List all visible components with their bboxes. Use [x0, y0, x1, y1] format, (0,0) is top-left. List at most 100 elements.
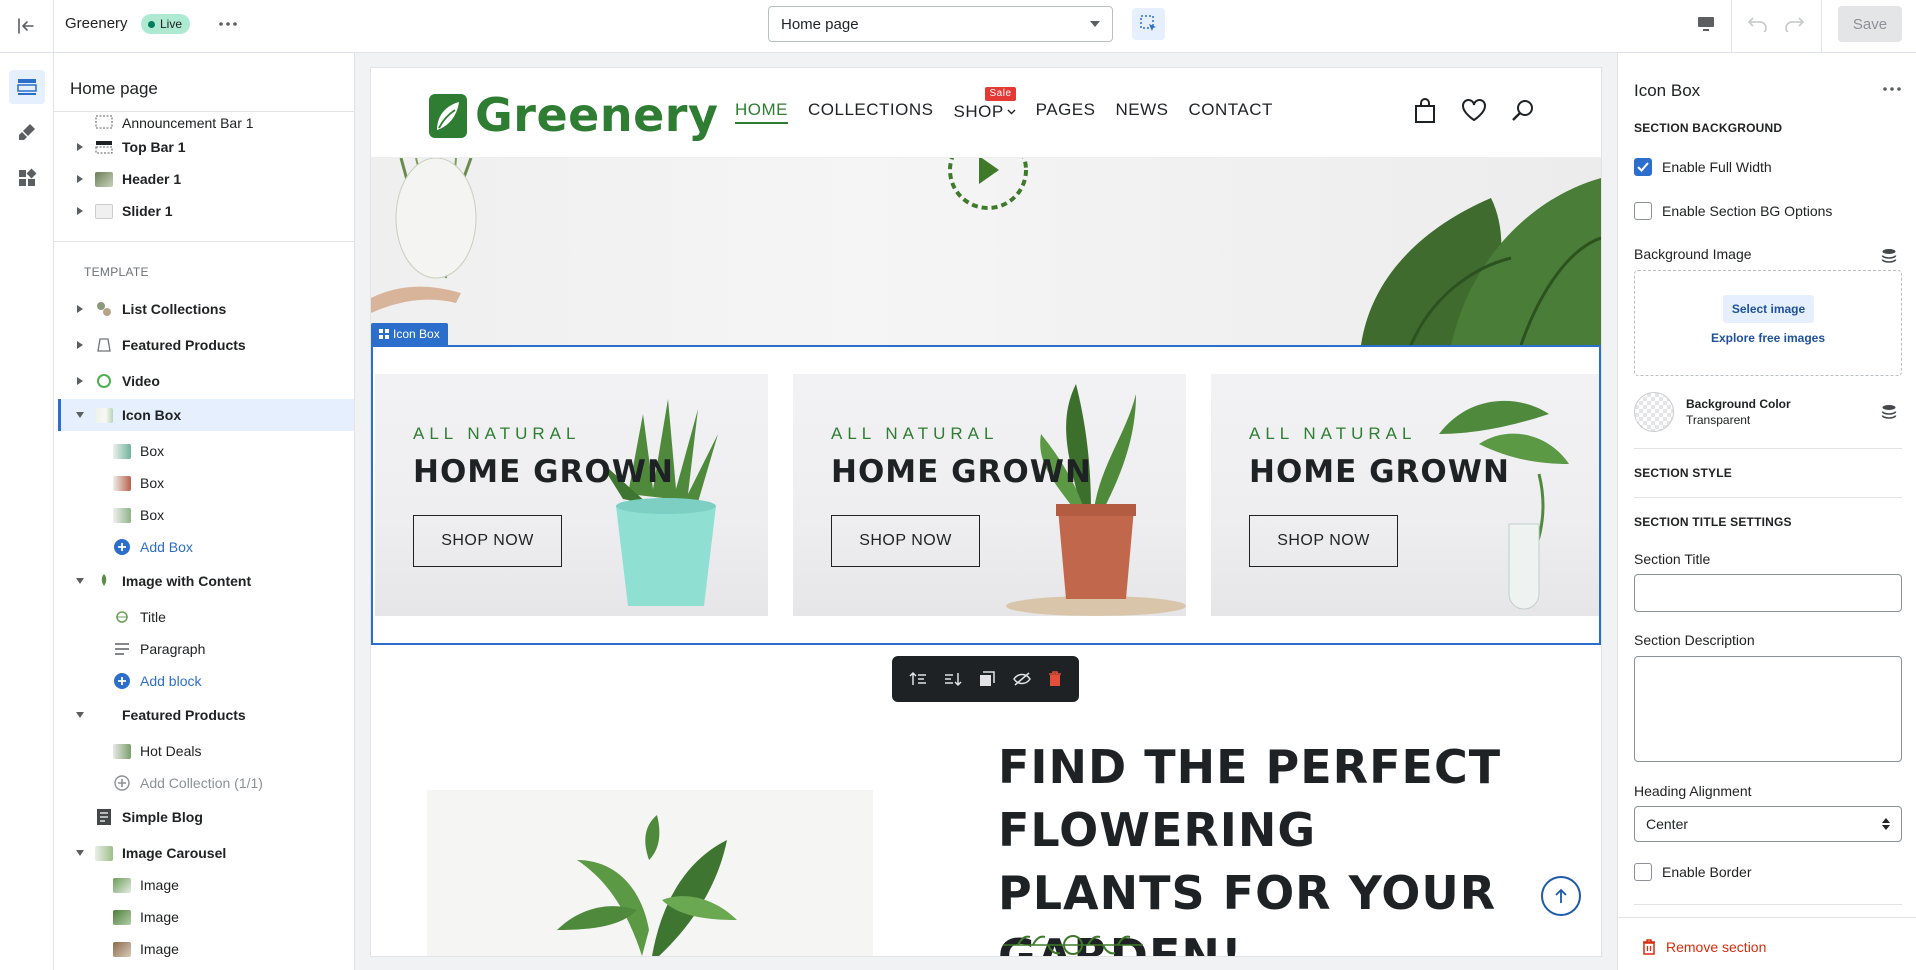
shop-now-button[interactable]: SHOP NOW — [831, 515, 980, 567]
template-group-label: TEMPLATE — [84, 265, 149, 279]
tree-item-simple-blog[interactable]: Simple Blog — [58, 801, 354, 833]
move-up-icon[interactable] — [909, 671, 927, 687]
search-icon[interactable] — [1511, 98, 1535, 122]
dynamic-source-icon[interactable] — [1880, 247, 1898, 265]
box-title: HOME GROWN — [831, 454, 1092, 490]
add-box-button[interactable]: Add Box — [112, 533, 193, 561]
caret-down-icon[interactable] — [70, 712, 90, 718]
tree-block-box[interactable]: Box — [112, 501, 164, 529]
tree-item-header[interactable]: Header 1 — [58, 163, 354, 195]
nav-link-collections[interactable]: COLLECTIONS — [808, 100, 933, 124]
heart-icon[interactable] — [1461, 98, 1487, 122]
tree-block-box[interactable]: Box — [112, 437, 164, 465]
tree-item-image-carousel[interactable]: Image Carousel — [58, 837, 354, 869]
apps-icon[interactable] — [9, 161, 45, 195]
tree-block-image[interactable]: Image — [112, 871, 179, 899]
redo-icon[interactable] — [1780, 10, 1808, 38]
nav-link-contact[interactable]: CONTACT — [1189, 100, 1273, 124]
theme-settings-icon[interactable] — [9, 115, 45, 149]
scroll-to-top-button[interactable] — [1541, 876, 1581, 916]
hero-plants-illustration — [371, 158, 1601, 345]
tree-item-featured-products[interactable]: Featured Products — [58, 329, 354, 361]
section-floating-toolbar — [892, 656, 1079, 702]
tree-item-top-bar[interactable]: Top Bar 1 — [58, 131, 354, 163]
add-block-button[interactable]: Add block — [112, 667, 201, 695]
tree-block-label: Box — [140, 507, 165, 523]
section-title-input[interactable] — [1634, 574, 1902, 612]
caret-right-icon[interactable] — [70, 377, 90, 385]
nav-link-news[interactable]: NEWS — [1116, 100, 1169, 124]
enable-section-bg-option[interactable]: Enable Section BG Options — [1634, 202, 1832, 220]
section-description-textarea[interactable] — [1634, 656, 1902, 762]
save-button[interactable]: Save — [1838, 6, 1902, 42]
tree-block-image[interactable]: Image — [112, 935, 179, 963]
duplicate-icon[interactable] — [979, 671, 996, 687]
tree-item-announcement-bar[interactable]: Announcement Bar 1 — [58, 111, 354, 131]
tree-block-box[interactable]: Box — [112, 469, 164, 497]
caret-right-icon[interactable] — [70, 341, 90, 349]
tree-item-icon-box[interactable]: Icon Box — [58, 399, 354, 431]
tree-block-label: Image — [140, 941, 179, 957]
tree-block-paragraph[interactable]: Paragraph — [112, 635, 205, 663]
inspector-toggle-icon[interactable] — [1132, 8, 1165, 40]
icon-box-thumb-icon — [94, 406, 114, 424]
tree-item-video[interactable]: Video — [58, 365, 354, 397]
tree-item-list-collections[interactable]: List Collections — [58, 293, 354, 325]
icon-box-section[interactable]: ALL NATURAL HOME GROWN SHOP NOW ALL NATU… — [371, 345, 1601, 645]
explore-free-images-link[interactable]: Explore free images — [1635, 331, 1901, 345]
caret-right-icon[interactable] — [70, 143, 90, 151]
enable-border-checkbox[interactable] — [1634, 863, 1652, 881]
move-down-icon[interactable] — [944, 671, 962, 687]
shopping-bag-icon[interactable] — [1413, 98, 1437, 124]
section-background-heading: SECTION BACKGROUND — [1634, 121, 1783, 135]
tree-block-hot-deals[interactable]: Hot Deals — [112, 737, 201, 765]
shop-now-button[interactable]: SHOP NOW — [413, 515, 562, 567]
heading-alignment-value: Center — [1646, 816, 1689, 832]
remove-section-button[interactable]: Remove section — [1642, 939, 1766, 955]
page-selector[interactable]: Home page — [768, 6, 1113, 42]
exit-icon[interactable] — [12, 12, 40, 40]
nav-link-home[interactable]: HOME — [735, 100, 788, 124]
tree-block-label: Image — [140, 877, 179, 893]
caret-down-icon[interactable] — [70, 578, 90, 584]
caret-right-icon[interactable] — [70, 175, 90, 183]
tree-block-image[interactable]: Image — [112, 903, 179, 931]
section-style-heading[interactable]: SECTION STYLE — [1634, 466, 1732, 480]
tree-item-image-with-content[interactable]: Image with Content — [58, 565, 354, 597]
glass-vase-leaves-image — [1439, 400, 1569, 610]
background-color-swatch[interactable] — [1634, 392, 1674, 432]
section-title-settings-heading: SECTION TITLE SETTINGS — [1634, 515, 1792, 529]
nav-link-shop[interactable]: SHOP Sale — [953, 87, 1016, 124]
caret-down-icon[interactable] — [70, 850, 90, 856]
tree-item-featured-products-2[interactable]: Featured Products — [58, 699, 354, 731]
slider-thumb-icon — [94, 202, 114, 220]
enable-section-bg-checkbox[interactable] — [1634, 202, 1652, 220]
caret-right-icon[interactable] — [70, 207, 90, 215]
top-bar-thumb-icon — [94, 138, 114, 156]
enable-full-width-option[interactable]: Enable Full Width — [1634, 158, 1772, 176]
caret-right-icon[interactable] — [70, 305, 90, 313]
tree-item-label: Image Carousel — [122, 845, 227, 861]
settings-title: Icon Box — [1634, 81, 1701, 100]
hide-icon[interactable] — [1012, 672, 1031, 686]
store-logo[interactable]: Greenery — [427, 88, 718, 142]
tree-block-title[interactable]: Title — [112, 603, 166, 631]
select-image-button[interactable]: Select image — [1723, 295, 1814, 323]
divider — [53, 0, 54, 53]
sections-icon[interactable] — [9, 70, 45, 104]
enable-border-option[interactable]: Enable Border — [1634, 863, 1752, 881]
section-tag[interactable]: Icon Box — [371, 323, 448, 345]
caret-down-icon[interactable] — [70, 412, 90, 418]
more-actions-icon[interactable] — [214, 12, 242, 36]
desktop-preview-icon[interactable] — [1692, 10, 1720, 38]
more-actions-icon[interactable] — [1878, 79, 1906, 99]
nav-link-pages[interactable]: PAGES — [1036, 100, 1096, 124]
dynamic-source-icon[interactable] — [1880, 403, 1898, 421]
delete-icon[interactable] — [1048, 671, 1062, 687]
enable-full-width-checkbox[interactable] — [1634, 158, 1652, 176]
image-with-content-thumb-icon — [94, 572, 114, 590]
undo-icon[interactable] — [1744, 10, 1772, 38]
heading-alignment-select[interactable]: Center — [1634, 806, 1902, 842]
tree-item-slider[interactable]: Slider 1 — [58, 195, 354, 227]
shop-now-button[interactable]: SHOP NOW — [1249, 515, 1398, 567]
